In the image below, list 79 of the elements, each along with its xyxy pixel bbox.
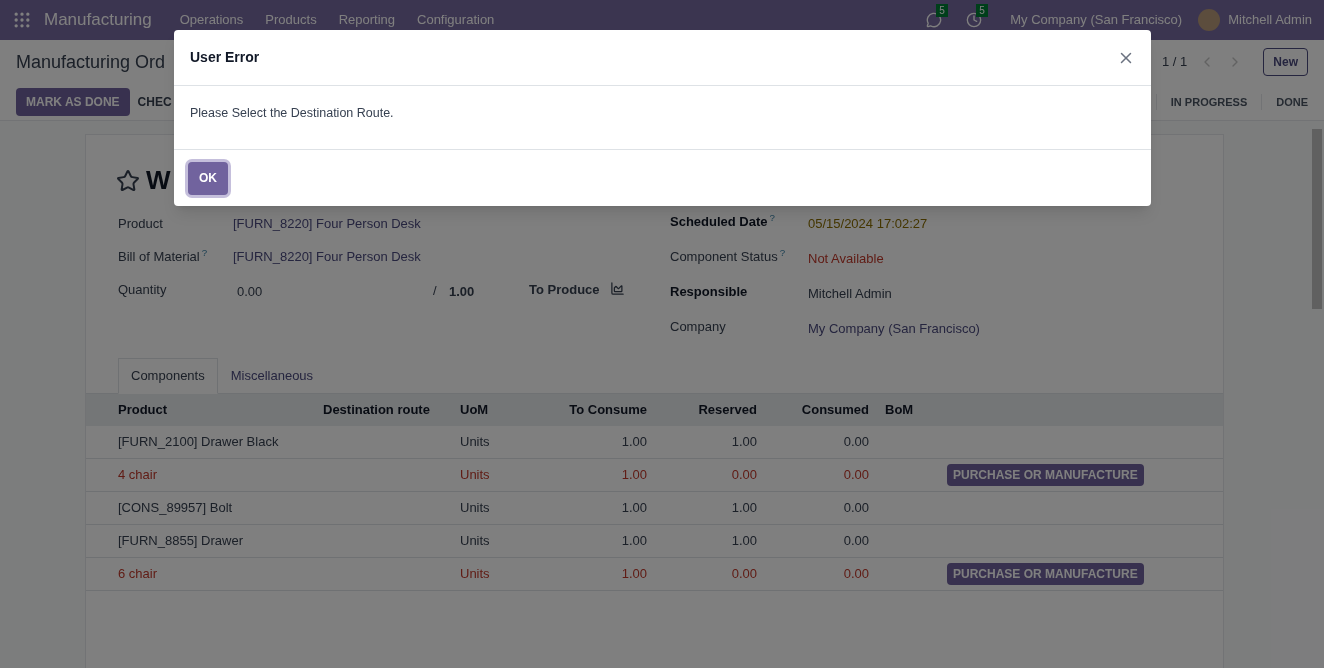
new-button[interactable]: New [1263, 48, 1308, 76]
table-cell-text: 1.00 [620, 564, 648, 583]
table-cell-text: [FURN_2100] Drawer Black [117, 432, 280, 451]
field-label: Responsible [670, 283, 749, 301]
status-stage[interactable]: IN PROGRESS [1155, 93, 1262, 111]
table-cell-text: 1.00 [620, 465, 648, 484]
field-value: 05/15/2024 17:02:27 [808, 215, 928, 233]
table-cell-text: 6 chair [117, 564, 159, 583]
table-cell-text: [FURN_8855] Drawer [117, 531, 244, 550]
field-value[interactable]: My Company (San Francisco) [808, 317, 980, 339]
table-cell-text: 4 chair [117, 465, 159, 484]
quantity-target: 1.00 [449, 283, 476, 301]
field-label: Quantity [118, 281, 168, 299]
column-header[interactable]: To Consume [540, 399, 655, 420]
field-label: Bill of Material$^{?}$ [118, 247, 209, 266]
ok-button[interactable]: OK [188, 161, 228, 195]
scrollbar[interactable] [1312, 129, 1322, 309]
column-header[interactable]: Consumed [765, 399, 877, 420]
quantity-input[interactable]: 0.00 [233, 280, 433, 302]
field-link[interactable]: [FURN_8220] Four Person Desk [233, 247, 421, 267]
clock-icon[interactable] [966, 12, 983, 28]
column-header[interactable]: UoM [452, 399, 540, 420]
table-cell-text: [CONS_89957] Bolt [117, 498, 234, 517]
menu-item[interactable]: Configuration [417, 10, 495, 30]
table-cell-text: Units [459, 564, 491, 583]
column-header[interactable]: Destination route [315, 399, 452, 420]
tab[interactable]: Components [118, 358, 218, 394]
status-stage[interactable]: DONE [1261, 93, 1322, 111]
message-count-badge: 5 [936, 4, 948, 17]
field-label: Company [670, 318, 727, 336]
table-cell-text: Units [459, 498, 491, 517]
table-cell-text: 0.00 [842, 432, 870, 451]
column-header[interactable]: Product [110, 399, 315, 420]
breadcrumb[interactable]: Manufacturing Ord [16, 48, 166, 76]
menu-item[interactable]: Operations [179, 10, 244, 30]
app-name[interactable]: Manufacturing [44, 7, 152, 33]
chat-icon[interactable] [926, 12, 943, 28]
chart-icon[interactable] [609, 281, 625, 296]
table-cell-text: 1.00 [620, 432, 648, 451]
action-button[interactable]: MARK AS DONE [16, 88, 130, 116]
action-button[interactable]: CHEC [137, 88, 172, 116]
activity-count-badge: 5 [976, 4, 988, 17]
table-cell-text: Units [459, 432, 491, 451]
star-icon[interactable] [116, 168, 140, 193]
field-label: Scheduled Date$^{?}$ [670, 212, 776, 231]
dialog-title: User Error [190, 48, 260, 67]
field-value: Not Available [808, 250, 884, 268]
column-header[interactable]: Reserved [655, 399, 765, 420]
field-link[interactable]: [FURN_8220] Four Person Desk [233, 214, 421, 234]
purchase-manufacture-button[interactable]: PURCHASE OR MANUFACTURE [947, 463, 1144, 486]
table-cell-text: 1.00 [620, 498, 648, 517]
table-cell-text: 0.00 [842, 465, 870, 484]
purchase-manufacture-button[interactable]: PURCHASE OR MANUFACTURE [947, 562, 1144, 585]
dialog-message: Please Select the Destination Route. [190, 106, 394, 120]
table-cell-text: 1.00 [730, 531, 758, 550]
menu-item[interactable]: Products [265, 10, 317, 30]
table-cell-text: 1.00 [620, 531, 648, 550]
apps-menu-icon[interactable] [12, 10, 32, 30]
field-value: Mitchell Admin [808, 285, 892, 303]
field-label: Component Status$^{?}$ [670, 247, 787, 266]
table-cell-text: 1.00 [730, 432, 758, 451]
tab[interactable]: Miscellaneous [217, 358, 327, 394]
table-cell-text: 0.00 [730, 564, 758, 583]
record-title: W [146, 164, 171, 197]
table-cell-text: Units [459, 465, 491, 484]
field-label: Product [118, 215, 164, 233]
table-cell-text: 1.00 [730, 498, 758, 517]
user-name[interactable]: Mitchell Admin [1228, 10, 1312, 30]
table-cell-text: 0.00 [842, 498, 870, 517]
to-produce-label: To Produce [529, 281, 600, 299]
table-cell-text: 0.00 [730, 465, 758, 484]
table-cell-text: 0.00 [842, 564, 870, 583]
company-switcher[interactable]: My Company (San Francisco) [1010, 10, 1183, 30]
pager: 1 / 1 [1162, 53, 1188, 72]
table-cell-text: 0.00 [842, 531, 870, 550]
column-header[interactable]: BoM [877, 399, 940, 420]
quantity-separator: / [433, 282, 438, 300]
menu-item[interactable]: Reporting [338, 10, 395, 30]
table-cell-text: Units [459, 531, 491, 550]
